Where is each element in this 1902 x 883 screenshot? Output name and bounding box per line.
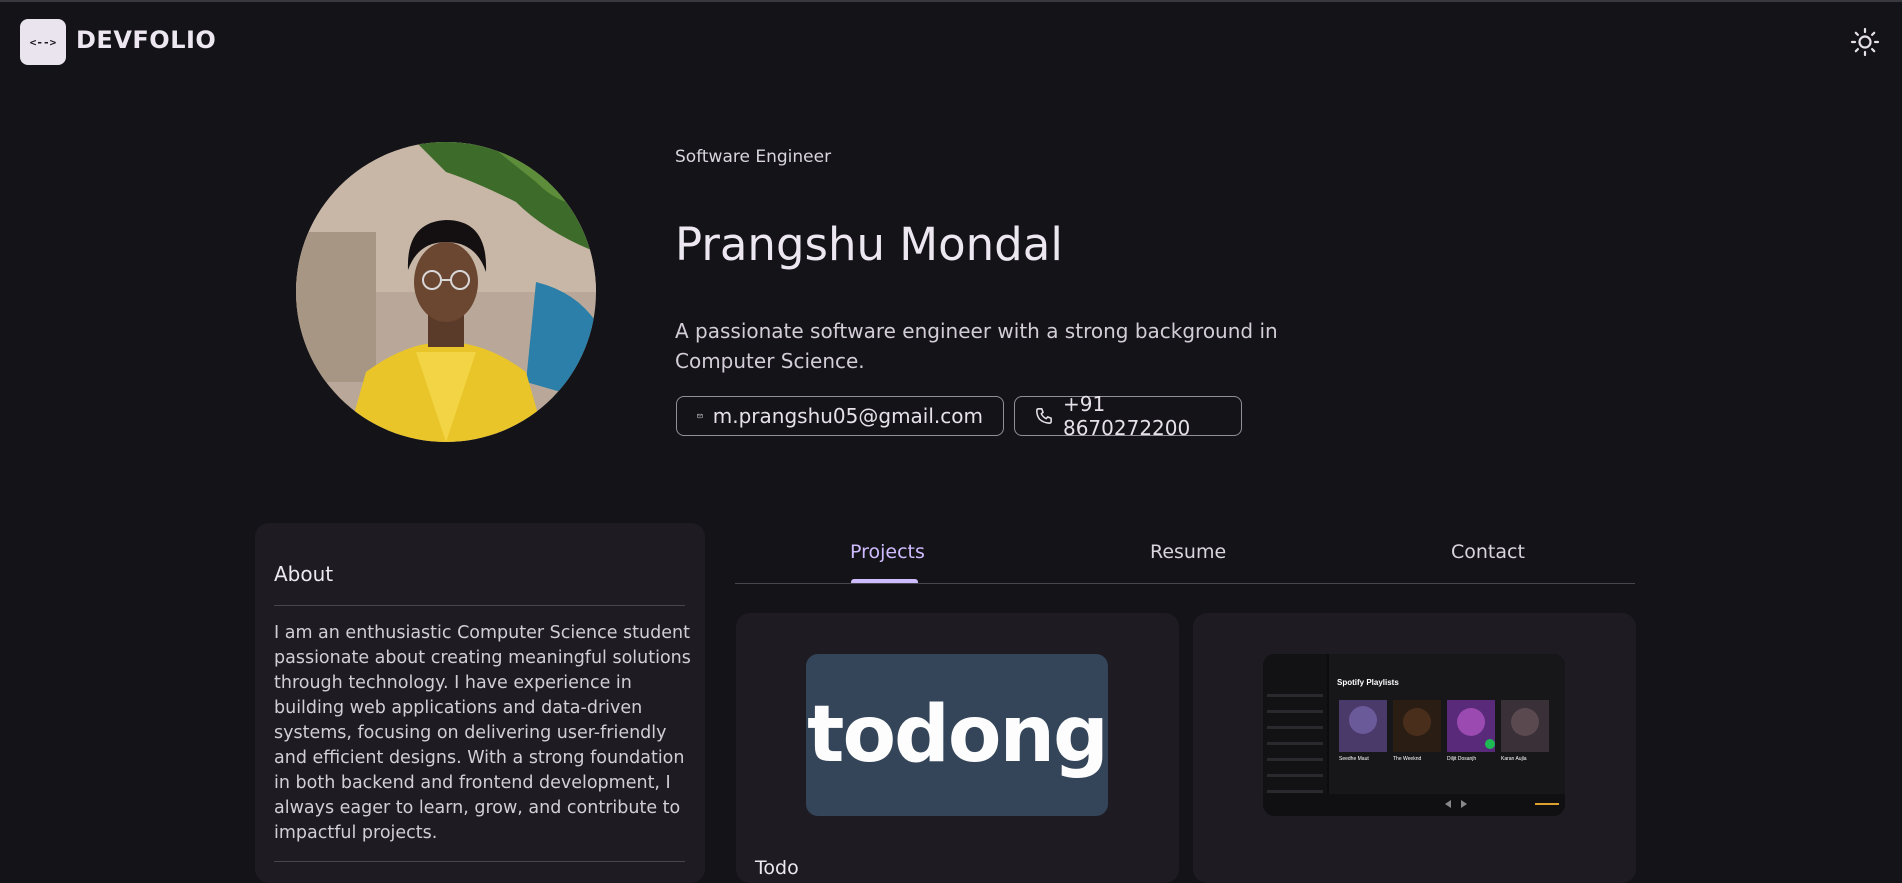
profile-description: A passionate software engineer with a st…: [675, 319, 1278, 373]
logo[interactable]: <-->: [20, 19, 66, 65]
profile-role: Software Engineer: [675, 147, 832, 167]
phone-chip[interactable]: +91 8670272200: [1014, 392, 1242, 440]
top-border: [0, 0, 1902, 2]
divider: [274, 605, 685, 606]
tab-contact[interactable]: Contact: [1451, 541, 1525, 563]
thumbnail-logo-text: todong: [807, 690, 1108, 780]
sun-icon: [1850, 27, 1880, 57]
thumbnail-artist: Seedhe Maut: [1339, 756, 1369, 762]
project-thumbnail: todong: [806, 654, 1108, 816]
active-tab-indicator: [851, 579, 918, 583]
about-card: About I am an enthusiastic Computer Scie…: [255, 523, 705, 883]
brand-name[interactable]: DEVFOLIO: [76, 26, 216, 54]
project-title: Todo: [755, 857, 799, 879]
mail-icon: [697, 413, 703, 419]
divider: [274, 861, 685, 862]
thumbnail-title: Spotify Playlists: [1337, 678, 1399, 687]
about-text: I am an enthusiastic Computer Science st…: [274, 623, 691, 843]
about-title: About: [274, 562, 334, 586]
phone-icon: [1036, 408, 1052, 424]
profile-photo: [296, 142, 596, 442]
project-card-spotify[interactable]: Spotify Playlists Seedhe Maut The Weeknd…: [1193, 613, 1636, 883]
email-chip[interactable]: m.prangshu05@gmail.com: [676, 396, 1004, 436]
project-card-todo[interactable]: todong Todo: [736, 613, 1179, 883]
profile-name: Prangshu Mondal: [675, 218, 1063, 271]
thumbnail-artist: Karan Aujla: [1501, 756, 1527, 762]
thumbnail-artist: The Weeknd: [1393, 756, 1421, 762]
tab-bar: Projects Resume Contact: [735, 530, 1635, 584]
email-text: m.prangshu05@gmail.com: [712, 404, 983, 428]
project-thumbnail: Spotify Playlists Seedhe Maut The Weeknd…: [1263, 654, 1565, 816]
thumbnail-artist: Diljit Dosanjh: [1447, 756, 1476, 762]
tab-resume[interactable]: Resume: [1150, 541, 1226, 563]
phone-text: +91 8670272200: [1062, 392, 1191, 440]
tab-projects[interactable]: Projects: [850, 541, 925, 563]
logo-glyph: <-->: [29, 35, 57, 49]
theme-toggle-button[interactable]: [1847, 24, 1883, 60]
